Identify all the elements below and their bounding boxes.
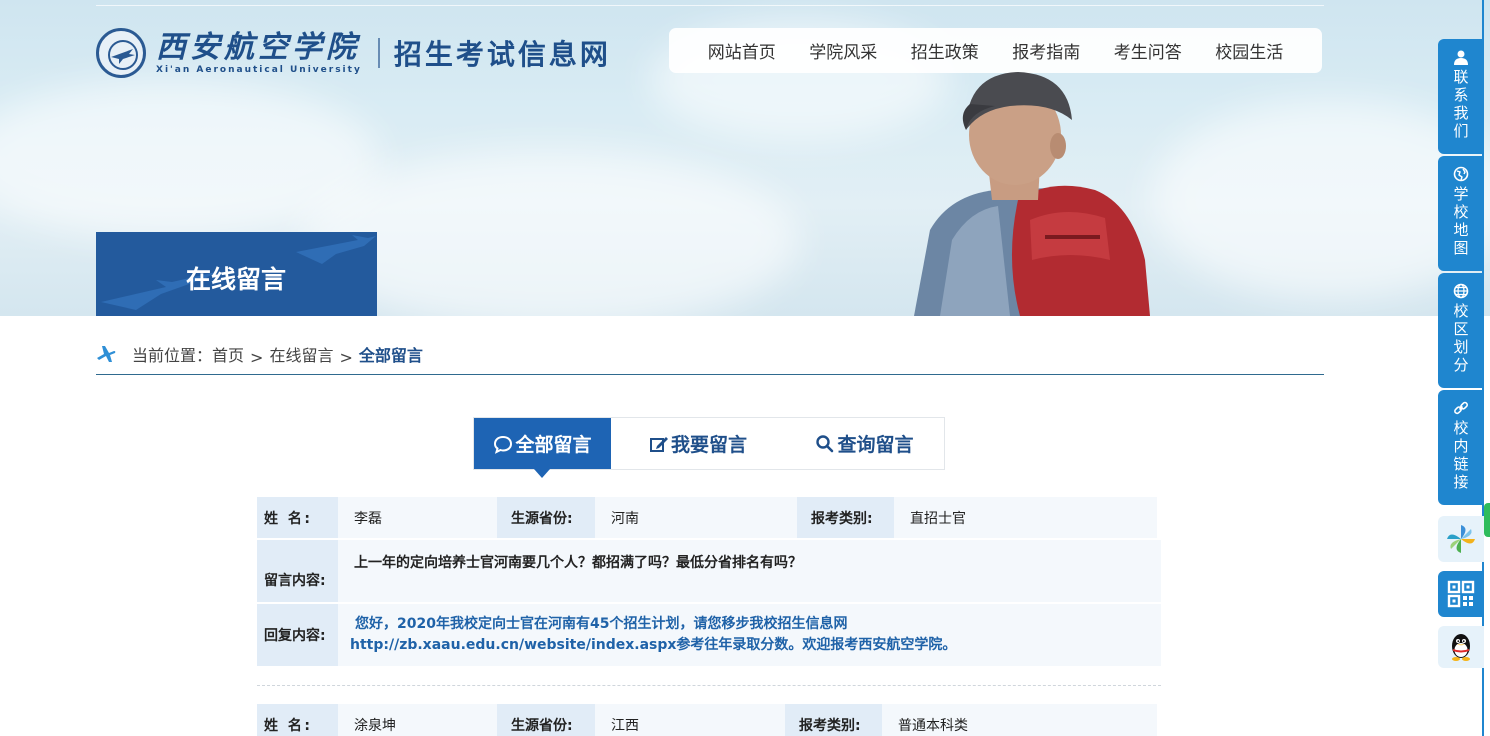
sidebar-item-map[interactable]: 学校地图 [1438,156,1484,271]
sidebar-item-label: 校区划分 [1451,303,1470,375]
nav-item-style[interactable]: 学院风采 [809,38,877,63]
breadcrumb-separator: > [339,347,353,367]
grid-globe-icon [1453,283,1469,299]
nav-item-home[interactable]: 网站首页 [708,38,776,63]
nav-item-campus-life[interactable]: 校园生活 [1215,38,1283,63]
breadcrumb-separator: > [250,347,264,367]
tab-leave-message[interactable]: 我要留言 [611,418,785,469]
name-label: 姓 名: [257,497,338,538]
province-value: 河南 [595,497,797,538]
reply-line-link[interactable]: http://zb.xaau.edu.cn/website/index.aspx… [350,635,956,656]
floating-sidebar: 联系我们 学校地图 校区划分 校内链接 [1438,39,1484,668]
online-message-title-box: 在线留言 [96,232,377,316]
sidebar-item-label: 校内链接 [1451,420,1470,492]
name-value: 李磊 [338,497,497,538]
breadcrumb: 当前位置： 首页 > 在线留言 > 全部留言 [96,340,1324,375]
page: 西安航空学院 Xi'an Aeronautical University 招生考… [0,0,1490,736]
content-label: 留言内容: [257,540,338,602]
sidebar-item-internal-links[interactable]: 校内链接 [1438,390,1484,505]
category-value: 普通本科类 [882,704,1157,736]
person-icon [1454,50,1468,65]
pinwheel-icon [1447,525,1475,553]
reply-value: 您好，2020年我校定向士官在河南有45个招生计划，请您移步我校招生信息网 ht… [338,604,1161,666]
message-reply-row: 回复内容: 您好，2020年我校定向士官在河南有45个招生计划，请您移步我校招生… [257,604,1161,666]
message-info-row: 姓 名: 涂泉坤 生源省份: 江西 报考类别: 普通本科类 [257,704,1161,736]
chat-bubble-icon [494,435,513,454]
tab-all-messages-label: 全部留言 [515,434,592,456]
tab-search-message-label: 查询留言 [837,434,914,456]
breadcrumb-current: 全部留言 [358,346,423,365]
breadcrumb-section-link[interactable]: 在线留言 [269,342,333,366]
site-name: 招生考试信息网 [393,38,611,71]
province-label: 生源省份: [497,497,595,538]
sidebar-qq[interactable] [1438,626,1484,668]
tab-all-messages[interactable]: 全部留言 [474,418,611,478]
province-label: 生源省份: [497,704,595,736]
link-icon [1454,401,1468,415]
category-value: 直招士官 [894,497,1157,538]
message-divider [257,685,1161,686]
logo-english-name: Xi'an Aeronautical University [156,64,362,75]
sidebar-pinwheel[interactable] [1438,516,1484,562]
tab-search-message[interactable]: 查询留言 [785,418,944,469]
category-label: 报考类别: [797,497,894,538]
logo-divider [377,38,380,68]
breadcrumb-home-link[interactable]: 首页 [212,342,244,366]
qq-penguin-icon [1452,634,1470,661]
message-info-row: 姓 名: 李磊 生源省份: 河南 报考类别: 直招士官 [257,497,1161,538]
edit-icon [649,436,668,452]
student-illustration [914,72,1150,316]
name-label: 姓 名: [257,704,338,736]
content-value: 上一年的定向培养士官河南要几个人？都招满了吗？最低分省排名有吗？ [338,540,1161,602]
banner-top-line [96,5,1324,6]
province-value: 江西 [595,704,785,736]
online-status-tab[interactable] [1484,503,1490,537]
sidebar-item-label: 学校地图 [1451,186,1470,258]
reply-label: 回复内容: [257,604,338,666]
qr-code-icon [1447,580,1475,608]
message-tabs: 全部留言 我要留言 查询留言 [473,417,945,478]
tab-leave-message-label: 我要留言 [670,434,747,456]
category-label: 报考类别: [785,704,882,736]
message-entry: 姓 名: 李磊 生源省份: 河南 报考类别: 直招士官 留言内容: 上一年的定向… [257,497,1161,668]
search-icon [816,434,834,452]
sidebar-item-campus-division[interactable]: 校区划分 [1438,273,1484,388]
sidebar-qr-code[interactable] [1438,571,1484,617]
header-banner: 西安航空学院 Xi'an Aeronautical University 招生考… [0,0,1490,316]
sidebar-item-label: 联系我们 [1451,69,1470,141]
breadcrumb-prefix: 当前位置： [132,346,213,365]
globe-icon [1453,166,1469,182]
university-logo[interactable]: 西安航空学院 Xi'an Aeronautical University 招生考… [96,28,611,78]
reply-line: 您好，2020年我校定向士官在河南有45个招生计划，请您移步我校招生信息网 [355,616,848,632]
sidebar-item-contact[interactable]: 联系我们 [1438,39,1484,154]
logo-chinese-name: 西安航空学院 [156,29,360,65]
name-value: 涂泉坤 [338,704,497,736]
message-entry: 姓 名: 涂泉坤 生源省份: 江西 报考类别: 普通本科类 [257,704,1161,736]
message-content-row: 留言内容: 上一年的定向培养士官河南要几个人？都招满了吗？最低分省排名有吗？ [257,540,1161,602]
airplane-icon [97,346,116,362]
online-message-title: 在线留言 [186,265,287,294]
university-seal-icon [96,28,146,78]
